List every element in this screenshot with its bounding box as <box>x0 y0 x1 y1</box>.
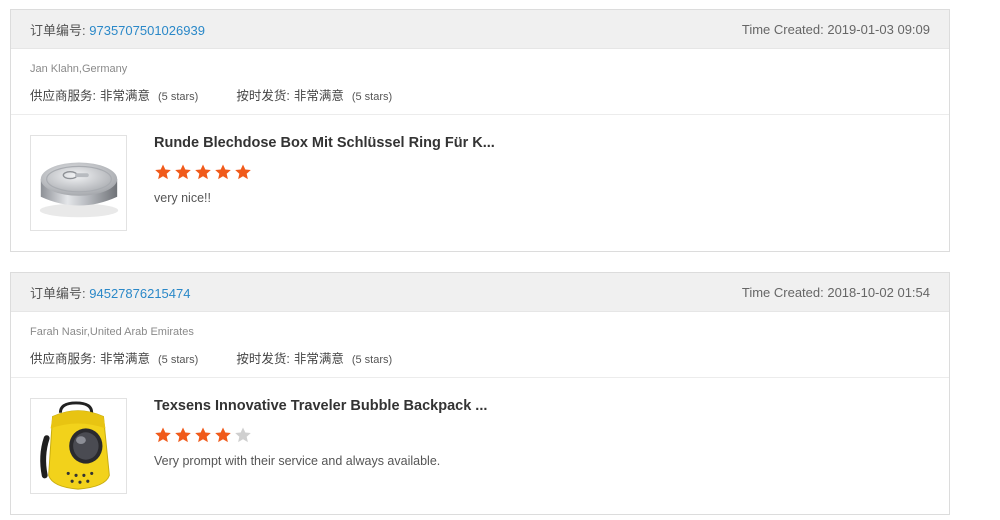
buyer-info: Farah Nasir,United Arab Emirates 供应商服务: … <box>11 312 949 378</box>
seller-ratings: 供应商服务: 非常满意 (5 stars) 按时发货: 非常满意 (5 star… <box>30 348 930 367</box>
rating-shipping-on-time: 按时发货: 非常满意 (5 stars) <box>236 85 392 104</box>
order-number-label: 订单编号: <box>30 22 86 38</box>
order-number: 订单编号: 9735707501026939 <box>30 20 205 39</box>
review-text: Very prompt with their service and alway… <box>154 454 441 468</box>
order-number-link[interactable]: 94527876215474 <box>89 286 190 301</box>
rating-stars-note: (5 stars) <box>351 354 393 366</box>
star-filled-icon <box>194 426 212 444</box>
order-number-link[interactable]: 9735707501026939 <box>89 23 205 38</box>
review-text: very nice!! <box>154 191 211 205</box>
star-filled-icon <box>174 426 192 444</box>
product-title-link[interactable]: Runde Blechdose Box Mit Schlüssel Ring F… <box>154 135 495 151</box>
rating-supplier-service: 供应商服务: 非常满意 (5 stars) <box>30 348 198 367</box>
order-card: 订单编号: 9735707501026939 Time Created: 201… <box>10 9 950 252</box>
bubble-backpack-icon <box>40 401 110 490</box>
product-rating-stars <box>154 426 254 444</box>
rating-value: 非常满意 <box>293 89 344 103</box>
product-rating-stars <box>154 163 254 181</box>
rating-label: 按时发货: <box>236 352 290 366</box>
product-review: Runde Blechdose Box Mit Schlüssel Ring F… <box>11 115 949 251</box>
rating-label: 供应商服务: <box>30 89 96 103</box>
rating-stars-note: (5 stars) <box>351 91 393 103</box>
product-review: Texsens Innovative Traveler Bubble Backp… <box>11 378 949 514</box>
rating-shipping-on-time: 按时发货: 非常满意 (5 stars) <box>236 348 392 367</box>
tin-can-icon <box>39 162 119 218</box>
star-filled-icon <box>174 163 192 181</box>
rating-stars-note: (5 stars) <box>158 91 199 103</box>
time-created: Time Created: 2019-01-03 09:09 <box>741 21 930 37</box>
star-filled-icon <box>154 426 172 444</box>
product-thumbnail[interactable] <box>30 398 127 494</box>
star-filled-icon <box>154 163 172 181</box>
rating-label: 供应商服务: <box>30 352 96 366</box>
rating-value: 非常满意 <box>293 352 344 366</box>
seller-ratings: 供应商服务: 非常满意 (5 stars) 按时发货: 非常满意 (5 star… <box>30 85 930 104</box>
buyer-name-country: Jan Klahn,Germany <box>30 63 128 75</box>
time-created: Time Created: 2018-10-02 01:54 <box>741 284 930 300</box>
rating-supplier-service: 供应商服务: 非常满意 (5 stars) <box>30 85 198 104</box>
order-header: 订单编号: 94527876215474 Time Created: 2018-… <box>11 273 949 312</box>
buyer-name-country: Farah Nasir,United Arab Emirates <box>30 326 194 338</box>
rating-stars-note: (5 stars) <box>158 354 199 366</box>
star-filled-icon <box>194 163 212 181</box>
star-filled-icon <box>214 426 232 444</box>
buyer-info: Jan Klahn,Germany 供应商服务: 非常满意 (5 stars) … <box>11 49 949 115</box>
star-filled-icon <box>234 163 252 181</box>
product-title-link[interactable]: Texsens Innovative Traveler Bubble Backp… <box>154 398 487 414</box>
order-header: 订单编号: 9735707501026939 Time Created: 201… <box>11 10 949 49</box>
star-filled-icon <box>214 163 232 181</box>
rating-value: 非常满意 <box>99 89 150 103</box>
order-number: 订单编号: 94527876215474 <box>30 283 190 302</box>
rating-label: 按时发货: <box>236 89 290 103</box>
rating-value: 非常满意 <box>99 352 150 366</box>
star-empty-icon <box>234 426 252 444</box>
order-card: 订单编号: 94527876215474 Time Created: 2018-… <box>10 272 950 515</box>
order-number-label: 订单编号: <box>30 285 86 301</box>
product-thumbnail[interactable] <box>30 135 127 231</box>
